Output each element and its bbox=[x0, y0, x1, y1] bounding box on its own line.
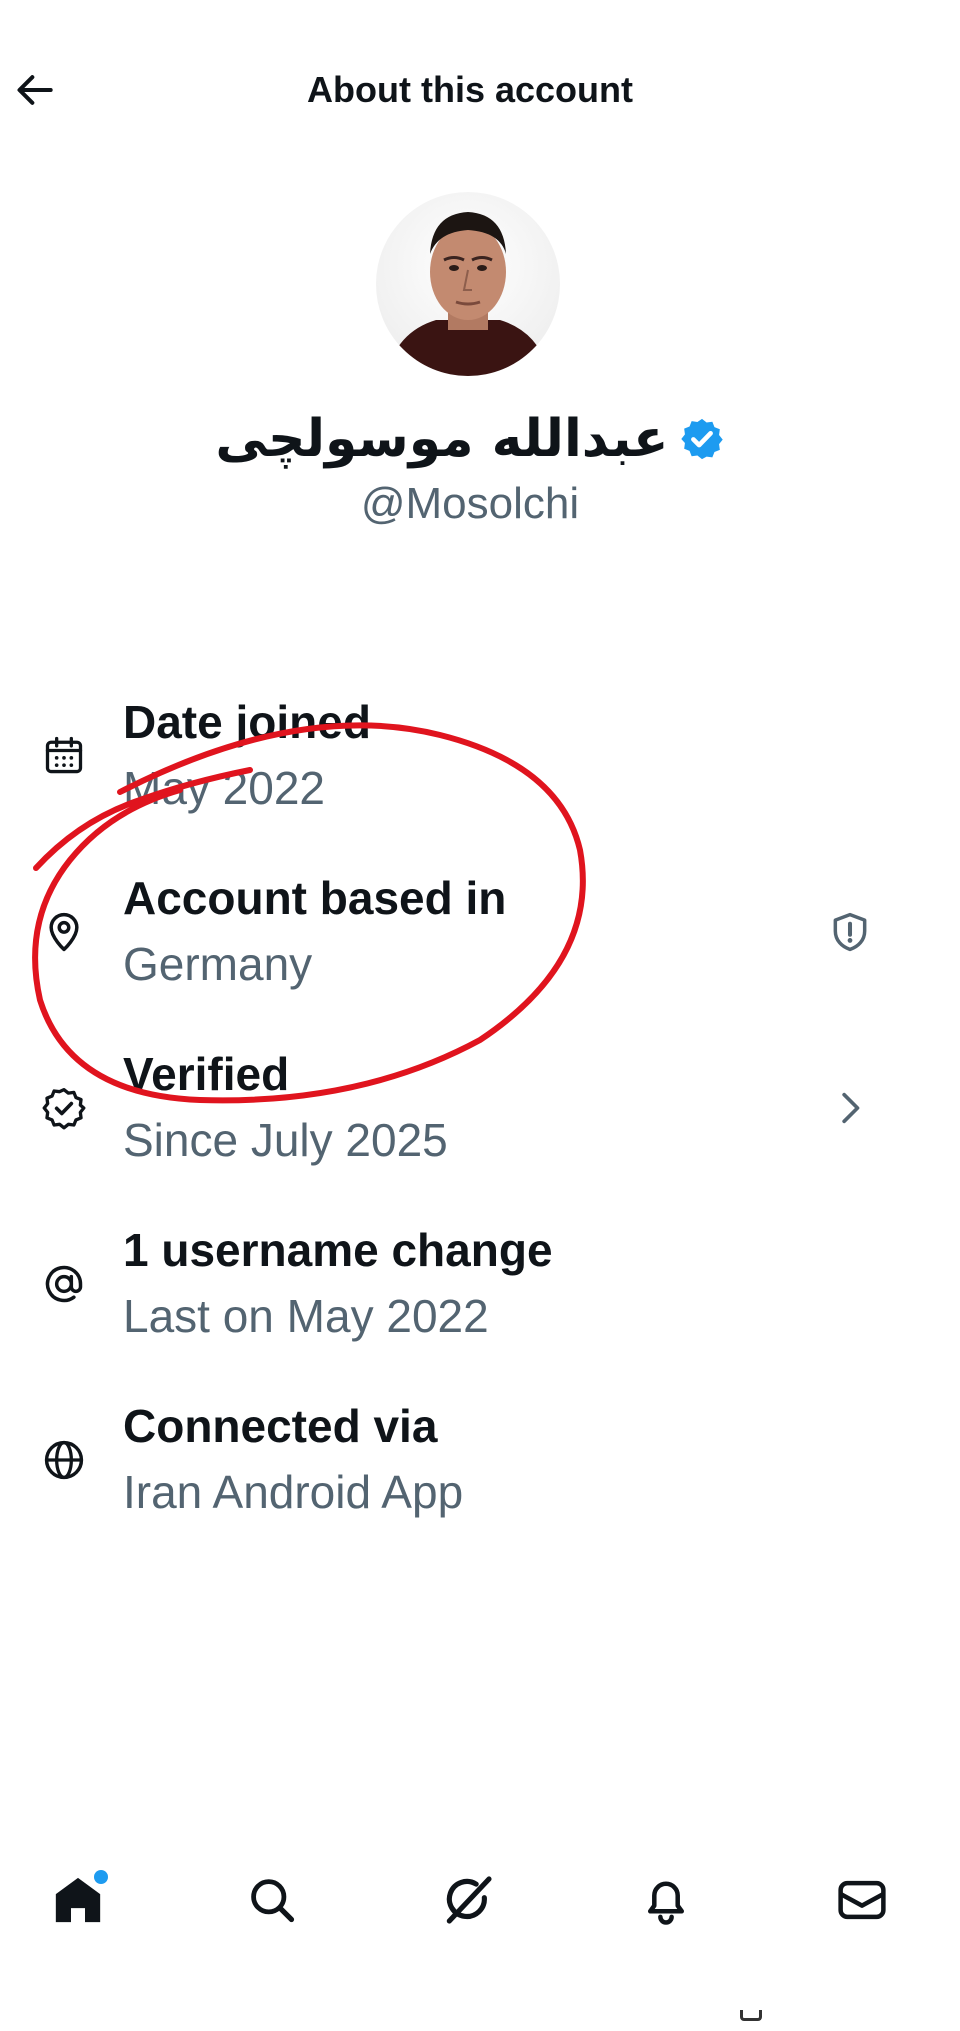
gesture-handle bbox=[740, 2010, 762, 2021]
nav-messages[interactable] bbox=[826, 1864, 898, 1936]
account-handle: @Mosolchi bbox=[360, 479, 580, 528]
nav-notifications[interactable] bbox=[630, 1864, 702, 1936]
search-icon bbox=[251, 1879, 295, 1923]
info-value-connected-via: Iran Android App bbox=[123, 1466, 464, 1518]
nav-search[interactable] bbox=[236, 1864, 308, 1936]
envelope-icon bbox=[838, 1880, 886, 1920]
verified-details-button[interactable] bbox=[824, 1082, 876, 1134]
notification-dot bbox=[94, 1870, 108, 1884]
nav-grok[interactable] bbox=[432, 1864, 504, 1936]
info-title-account-based-in: Account based in bbox=[123, 872, 507, 924]
info-row-username-change: 1 username change Last on May 2022 bbox=[0, 1218, 960, 1378]
location-accuracy-button[interactable] bbox=[824, 906, 876, 958]
info-value-verified: Since July 2025 bbox=[123, 1114, 448, 1166]
info-value-account-based-in: Germany bbox=[123, 938, 313, 990]
info-value-date-joined: May 2022 bbox=[123, 762, 326, 814]
info-title-verified: Verified bbox=[123, 1048, 290, 1100]
globe-icon bbox=[38, 1434, 90, 1486]
info-value-username-change: Last on May 2022 bbox=[123, 1290, 489, 1342]
profile-photo bbox=[376, 192, 560, 376]
nav-home[interactable] bbox=[42, 1864, 114, 1936]
info-row-verified[interactable]: Verified Since July 2025 bbox=[0, 1042, 960, 1202]
info-title-connected-via: Connected via bbox=[123, 1400, 438, 1452]
verified-seal-icon bbox=[38, 1082, 90, 1134]
calendar-icon bbox=[38, 730, 90, 782]
bell-icon bbox=[648, 1881, 684, 1925]
system-navigation-bar bbox=[0, 1990, 960, 2031]
shield-alert-icon bbox=[833, 912, 867, 952]
header: About this account bbox=[0, 0, 960, 180]
info-row-connected-via: Connected via Iran Android App bbox=[0, 1394, 960, 1554]
info-row-account-based-in: Account based in Germany bbox=[0, 866, 960, 1026]
at-sign-icon bbox=[38, 1258, 90, 1310]
verified-badge-icon bbox=[680, 418, 723, 460]
grok-icon bbox=[446, 1876, 492, 1924]
bottom-navigation bbox=[0, 1840, 960, 1960]
page-title: About this account bbox=[307, 69, 633, 110]
info-title-date-joined: Date joined bbox=[123, 696, 371, 748]
info-row-date-joined: Date joined May 2022 bbox=[0, 690, 960, 850]
location-pin-icon bbox=[38, 906, 90, 958]
display-name: عبدالله موسولچی bbox=[215, 409, 669, 469]
info-title-username-change: 1 username change bbox=[123, 1224, 553, 1276]
avatar[interactable] bbox=[376, 192, 560, 376]
chevron-right-icon bbox=[842, 1092, 860, 1124]
display-name-row: عبدالله موسولچی bbox=[0, 404, 940, 474]
